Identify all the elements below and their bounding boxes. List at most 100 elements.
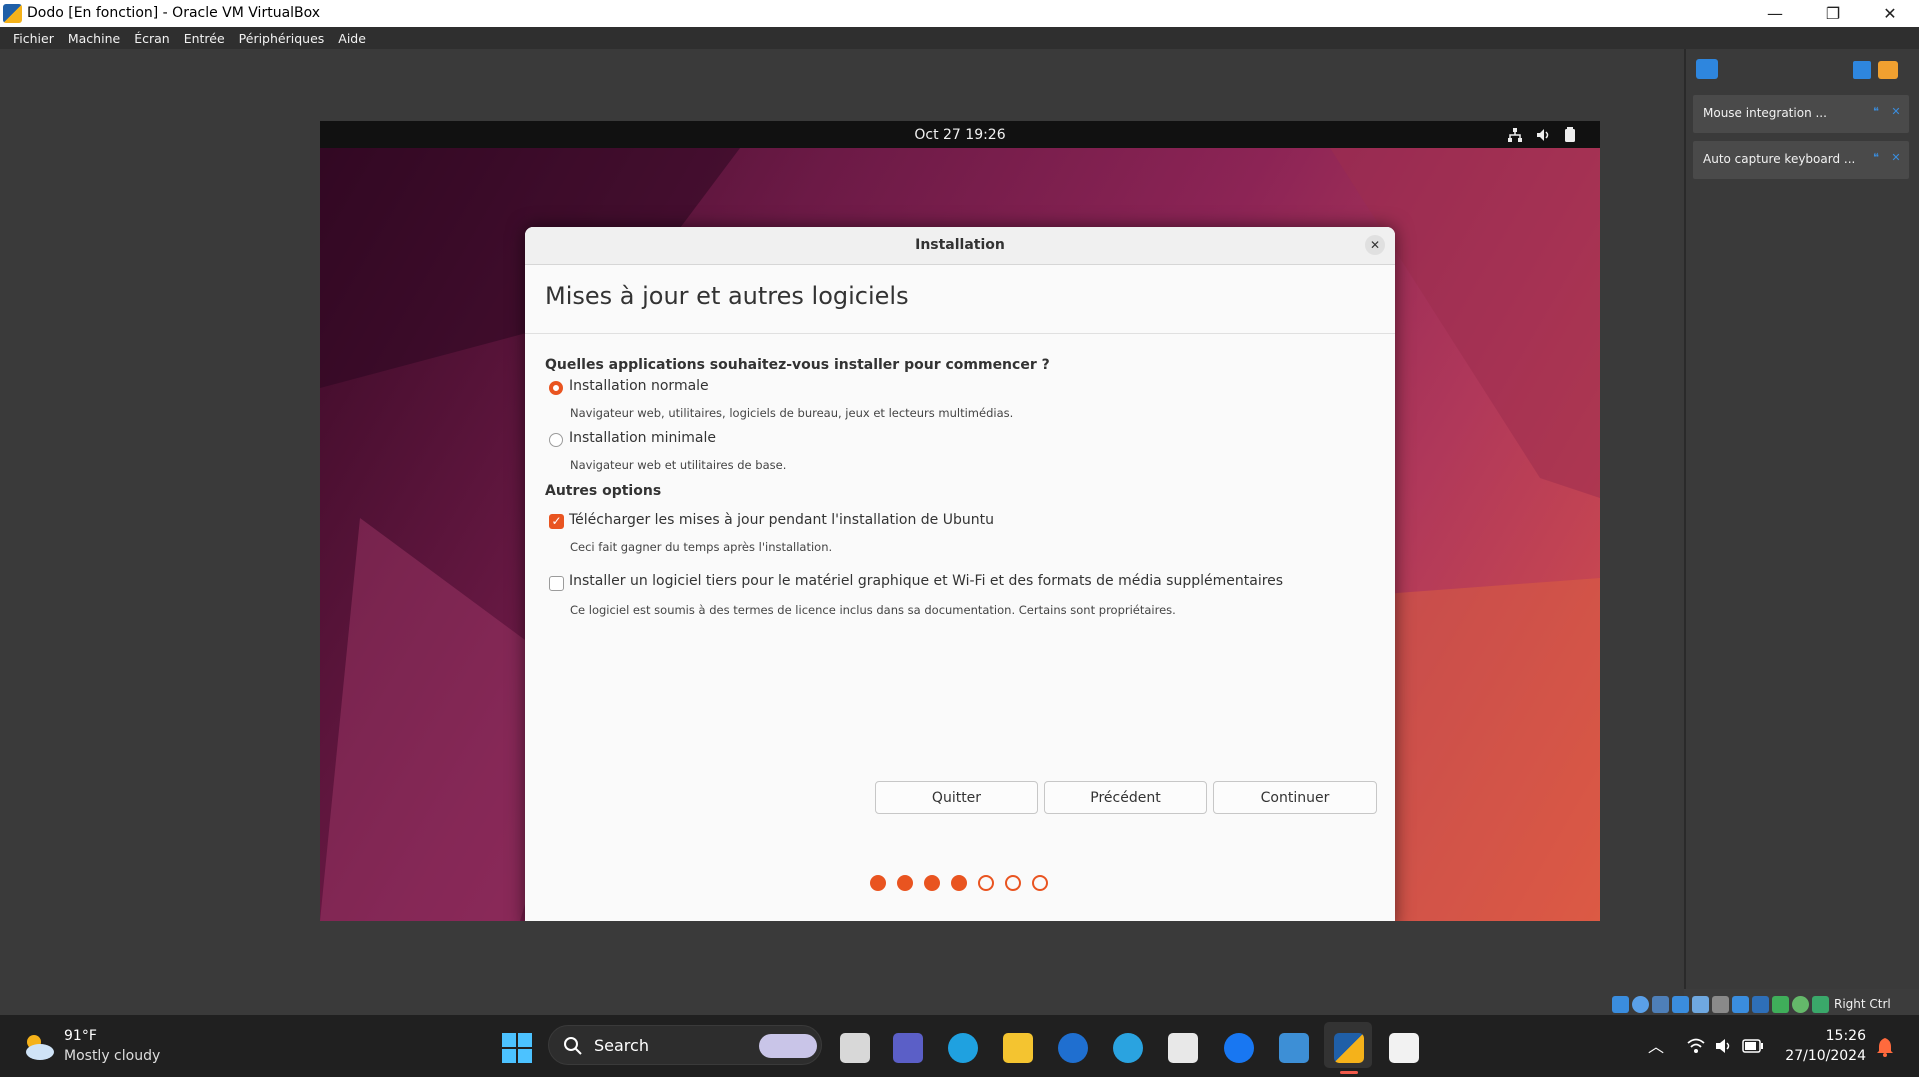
hard-disk-icon[interactable]	[1612, 995, 1629, 1013]
search-icon	[564, 1037, 582, 1055]
battery-status-icon[interactable]	[1742, 1039, 1764, 1053]
weather-temperature[interactable]: 91°F	[64, 1028, 97, 1044]
window-title: Dodo [En fonction] - Oracle VM VirtualBo…	[27, 5, 321, 21]
notification-close-icon[interactable]: ✕	[1889, 105, 1903, 119]
host-key-label[interactable]: Right Ctrl	[1834, 997, 1891, 1011]
usb-icon[interactable]	[1692, 995, 1709, 1013]
installation-dialog: Installation ✕ Mises à jour et autres lo…	[525, 227, 1395, 921]
divider	[525, 333, 1395, 334]
radio-normal-installation[interactable]	[549, 381, 563, 395]
menu-entree[interactable]: Entrée	[177, 31, 232, 46]
download-updates-label[interactable]: Télécharger les mises à jour pendant l'i…	[569, 512, 994, 528]
checkbox-third-party-software[interactable]	[549, 576, 564, 591]
clock-date[interactable]: 27/10/2024	[1780, 1048, 1866, 1064]
notification-text: Auto capture keyboard ...	[1703, 152, 1856, 166]
menu-fichier[interactable]: Fichier	[6, 31, 61, 46]
page-heading: Mises à jour et autres logiciels	[545, 282, 909, 310]
progress-dot	[1005, 875, 1021, 891]
recording-icon[interactable]	[1752, 995, 1769, 1013]
checkbox-download-updates[interactable]: ✓	[549, 514, 564, 529]
restore-button[interactable]: ❐	[1804, 0, 1862, 27]
third-party-desc: Ce logiciel est soumis à des termes de l…	[570, 603, 1176, 617]
menu-aide[interactable]: Aide	[331, 31, 373, 46]
file-explorer-icon[interactable]	[1003, 1033, 1033, 1063]
progress-dot	[978, 875, 994, 891]
quit-button[interactable]: Quitter	[875, 781, 1038, 814]
virtualbox-manager-icon[interactable]	[1279, 1033, 1309, 1063]
dialog-close-button[interactable]: ✕	[1365, 235, 1385, 255]
notification-mouse-integration[interactable]: Mouse integration ... ❝ ✕	[1693, 95, 1909, 133]
notification-center-icon[interactable]	[1696, 59, 1718, 79]
display-icon[interactable]	[1732, 995, 1749, 1013]
windows-start-icon[interactable]	[502, 1033, 532, 1063]
other-options-heading: Autres options	[545, 483, 662, 499]
weather-description[interactable]: Mostly cloudy	[64, 1048, 160, 1064]
vm-status-bar: Right Ctrl	[1612, 993, 1919, 1015]
menu-ecran[interactable]: Écran	[127, 31, 177, 46]
search-placeholder: Search	[594, 1036, 649, 1055]
minimize-button[interactable]: —	[1746, 0, 1804, 27]
cpu-activity-icon[interactable]	[1772, 995, 1789, 1013]
battery-icon[interactable]	[1564, 127, 1576, 143]
notification-details-icon[interactable]: ❝	[1869, 105, 1883, 119]
notification-bell-icon[interactable]	[1876, 1037, 1894, 1057]
menu-bar: Fichier Machine Écran Entrée Périphériqu…	[0, 27, 1919, 49]
telegram-icon[interactable]	[1113, 1033, 1143, 1063]
virtualbox-vm-window-icon[interactable]	[1334, 1033, 1364, 1063]
speaker-icon[interactable]	[1714, 1037, 1734, 1055]
download-updates-desc: Ceci fait gagner du temps après l'instal…	[570, 540, 833, 554]
desktop-wallpaper: Installation ✕ Mises à jour et autres lo…	[320, 148, 1600, 921]
option-normal-label[interactable]: Installation normale	[569, 378, 709, 394]
weather-cloud-icon[interactable]	[20, 1032, 56, 1062]
bluetooth-icon[interactable]	[1058, 1033, 1088, 1063]
close-button[interactable]: ✕	[1861, 0, 1919, 27]
clear-all-icon[interactable]	[1878, 61, 1898, 79]
progress-indicator	[870, 875, 1050, 891]
edge-browser-icon[interactable]	[948, 1033, 978, 1063]
wifi-icon[interactable]	[1686, 1037, 1706, 1055]
search-highlight-icon	[759, 1034, 817, 1058]
guest-additions-icon[interactable]	[1792, 995, 1809, 1013]
search-box[interactable]: Search	[548, 1025, 822, 1065]
menu-peripheriques[interactable]: Périphériques	[232, 31, 332, 46]
network-adapter-icon[interactable]	[1672, 995, 1689, 1013]
audio-icon[interactable]	[1652, 995, 1669, 1013]
option-minimal-label[interactable]: Installation minimale	[569, 430, 716, 446]
progress-dot	[924, 875, 940, 891]
clock-time[interactable]: 15:26	[1790, 1028, 1866, 1044]
notification-center: Mouse integration ... ❝ ✕ Auto capture k…	[1684, 49, 1919, 989]
facebook-icon[interactable]	[1224, 1033, 1254, 1063]
third-party-label[interactable]: Installer un logiciel tiers pour le maté…	[569, 573, 1283, 589]
notification-auto-capture-keyboard[interactable]: Auto capture keyboard ... ❝ ✕	[1693, 141, 1909, 179]
progress-dot	[951, 875, 967, 891]
radio-minimal-installation[interactable]	[549, 433, 563, 447]
notification-close-icon[interactable]: ✕	[1889, 151, 1903, 165]
notification-details-icon[interactable]: ❝	[1869, 151, 1883, 165]
task-view-icon[interactable]	[840, 1033, 870, 1063]
active-app-indicator	[1340, 1071, 1358, 1074]
chat-icon[interactable]	[893, 1033, 923, 1063]
back-button[interactable]: Précédent	[1044, 781, 1207, 814]
network-icon[interactable]	[1507, 127, 1523, 143]
optical-drive-icon[interactable]	[1632, 995, 1649, 1013]
show-hidden-icons-chevron-icon[interactable]: ︿	[1648, 1033, 1664, 1057]
microsoft-store-icon[interactable]	[1168, 1033, 1198, 1063]
snipping-tool-icon[interactable]	[1389, 1033, 1419, 1063]
guest-screen[interactable]: Oct 27 19:26 Installation ✕ Mises à jour…	[320, 121, 1600, 921]
notification-text: Mouse integration ...	[1703, 106, 1827, 120]
progress-dot	[897, 875, 913, 891]
menu-machine[interactable]: Machine	[61, 31, 127, 46]
progress-dot	[1032, 875, 1048, 891]
volume-icon[interactable]	[1535, 127, 1551, 143]
option-minimal-desc: Navigateur web et utilitaires de base.	[570, 458, 787, 472]
question-label: Quelles applications souhaitez-vous inst…	[545, 357, 1050, 373]
mouse-integration-icon[interactable]	[1812, 995, 1829, 1013]
virtualbox-logo-icon	[3, 4, 22, 23]
sort-icon[interactable]	[1853, 61, 1871, 79]
shared-folders-icon[interactable]	[1712, 995, 1729, 1013]
dialog-header: Installation ✕	[525, 227, 1395, 265]
continue-button[interactable]: Continuer	[1213, 781, 1377, 814]
window-titlebar: Dodo [En fonction] - Oracle VM VirtualBo…	[0, 0, 1919, 27]
guest-clock[interactable]: Oct 27 19:26	[320, 127, 1600, 143]
option-normal-desc: Navigateur web, utilitaires, logiciels d…	[570, 406, 1014, 420]
